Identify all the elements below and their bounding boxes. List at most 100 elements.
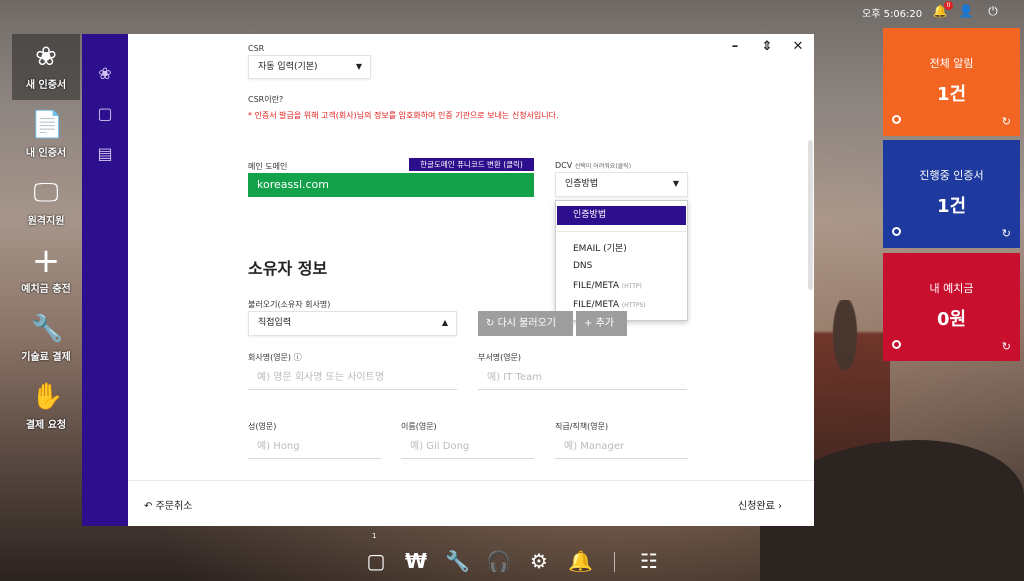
dock-label: 예치금 충전 xyxy=(21,284,71,295)
dept-input[interactable]: 예) IT Team xyxy=(478,366,687,390)
dock-payment-request[interactable]: ✋ 결제 요청 xyxy=(12,374,80,440)
first-name-input[interactable]: 예) Gil Dong xyxy=(401,435,534,459)
complete-label: 신청완료 xyxy=(738,501,775,512)
circle-icon xyxy=(892,340,901,349)
dcv-option-label: DNS xyxy=(573,261,593,271)
dcv-option[interactable]: 인증방법 xyxy=(557,206,686,225)
circle-icon xyxy=(892,227,901,236)
notification-badge: 0 xyxy=(944,1,953,10)
plus-icon: + xyxy=(31,241,61,281)
dock-my-certificate[interactable]: 📄 내 인증서 xyxy=(12,102,80,168)
cancel-order-button[interactable]: ↶ 주문취소 xyxy=(144,497,192,512)
won-icon[interactable]: ₩ xyxy=(404,549,428,573)
tile-value: 1건 xyxy=(936,84,967,105)
certificate-icon[interactable]: ▢ xyxy=(95,104,115,124)
owner-section-title: 소유자 정보 xyxy=(248,259,328,278)
payment-hand-icon: ✋ xyxy=(31,382,64,412)
info-icon[interactable]: ⓘ xyxy=(294,353,302,362)
dcv-select-value: 인증방법 xyxy=(565,179,599,189)
dcv-option-sub: (HTTP) xyxy=(621,283,642,290)
company-label-text: 회사명(영문) xyxy=(248,353,292,362)
close-icon[interactable]: ✕ xyxy=(791,40,805,54)
footer-divider xyxy=(128,480,814,481)
dock-label: 결제 요청 xyxy=(25,420,67,431)
dcv-option-label: EMAIL (기본) xyxy=(573,244,627,254)
refresh-icon[interactable]: ↻ xyxy=(1002,227,1011,240)
dock-label: 내 인증서 xyxy=(25,148,67,159)
bottom-dock-badge: 1 xyxy=(372,532,377,540)
dcv-option[interactable]: FILE/META (HTTPS) xyxy=(573,300,646,310)
back-arrow-icon: ↶ xyxy=(144,501,153,512)
certificate-icon: 📄 xyxy=(31,110,64,140)
load-owner-value: 직접입력 xyxy=(258,318,292,328)
user-icon[interactable]: 👤 xyxy=(958,3,974,19)
dcv-select[interactable]: 인증방법 ▼ xyxy=(555,172,688,197)
id-card-icon[interactable]: ▤ xyxy=(95,144,115,164)
circle-icon xyxy=(892,115,901,124)
tile-value: 0원 xyxy=(936,309,967,330)
certificate-icon[interactable]: ▢ xyxy=(364,549,388,573)
complete-button[interactable]: 신청완료 › xyxy=(738,497,782,512)
caret-down-icon: ▼ xyxy=(355,62,362,71)
main-domain-label: 메인 도메인 xyxy=(248,162,288,171)
dcv-option[interactable]: FILE/META (HTTP) xyxy=(573,281,642,291)
resize-icon[interactable]: ⇕ xyxy=(760,40,774,54)
tile-in-progress-certificates[interactable]: 진행중 인증서 1건 ↻ xyxy=(883,140,1020,248)
dcv-option[interactable]: EMAIL (기본) xyxy=(573,241,627,254)
main-domain-input[interactable]: koreassl.com xyxy=(248,173,534,197)
dcv-option-label: FILE/META xyxy=(573,300,619,310)
dock-label: 원격지원 xyxy=(27,216,65,227)
plus-icon: + xyxy=(584,318,593,329)
chevron-right-icon: › xyxy=(778,501,782,512)
add-button[interactable]: + 추가 xyxy=(576,311,627,336)
caret-up-icon: ▲ xyxy=(441,318,448,327)
scrollbar[interactable] xyxy=(808,140,813,290)
refresh-icon[interactable]: ↻ xyxy=(1002,115,1011,128)
caret-down-icon: ▼ xyxy=(672,179,679,188)
csr-note: * 인증서 발급을 위해 고객(회사)님의 정보를 암호화하여 인증 기관으로 … xyxy=(248,111,559,120)
tile-all-alerts[interactable]: 전체 알림 1건 ↻ xyxy=(883,28,1020,136)
company-label: 회사명(영문) ⓘ xyxy=(248,352,302,363)
wrench-icon: 🔧 xyxy=(31,314,64,344)
dcv-label-text: DCV xyxy=(555,161,573,170)
last-name-input[interactable]: 예) Hong xyxy=(248,435,381,459)
ribbon-icon[interactable]: ❀ xyxy=(95,64,115,84)
dock-deposit-charge[interactable]: + 예치금 충전 xyxy=(12,238,80,304)
dcv-option[interactable]: DNS xyxy=(573,261,592,271)
position-label: 직급/직책(영문) xyxy=(555,422,609,431)
load-owner-select[interactable]: 직접입력 ▲ xyxy=(248,311,457,336)
last-name-label: 성(영문) xyxy=(248,422,277,431)
power-icon[interactable]: ⏻ xyxy=(985,3,1001,19)
app-grid-icon[interactable]: ☷ xyxy=(637,549,661,573)
cancel-order-label: 주문취소 xyxy=(155,501,193,512)
wrench-icon[interactable]: 🔧 xyxy=(445,549,470,573)
position-input[interactable]: 예) Manager xyxy=(555,435,688,459)
dcv-label: DCV 선택이 어려워요(클릭) xyxy=(555,161,631,170)
tile-my-deposit[interactable]: 내 예치금 0원 ↻ xyxy=(883,253,1020,361)
reload-button-label: 다시 불러오기 xyxy=(497,318,556,329)
monitor-icon: 🖵 xyxy=(33,178,59,208)
gear-icon[interactable]: ⚙ xyxy=(527,549,551,573)
dock-remote-support[interactable]: 🖵 원격지원 xyxy=(12,170,80,236)
reload-button[interactable]: ↻ 다시 불러오기 xyxy=(478,311,573,336)
bell-icon[interactable]: 🔔 xyxy=(568,549,593,573)
minimize-icon[interactable]: – xyxy=(728,40,742,54)
tile-title: 진행중 인증서 xyxy=(919,169,984,182)
headset-icon[interactable]: 🎧 xyxy=(486,549,511,573)
first-name-label: 이름(영문) xyxy=(401,422,437,431)
punycode-convert-button[interactable]: 한글도메인 퓨니코드 변환 (클릭) xyxy=(409,158,534,171)
top-bar: 오후 5:06:20 🔔 0 👤 ⏻ xyxy=(0,0,1024,22)
tile-title: 전체 알림 xyxy=(929,57,974,70)
csr-help-link[interactable]: CSR이란? xyxy=(248,94,283,105)
dock-label: 새 인증서 xyxy=(25,80,67,91)
clock: 오후 5:06:20 xyxy=(862,9,923,20)
csr-select[interactable]: 자동 입력(기본) ▼ xyxy=(248,55,371,79)
dock-new-certificate[interactable]: ❀ 새 인증서 xyxy=(12,34,80,100)
dock-divider xyxy=(614,552,615,572)
refresh-icon[interactable]: ↻ xyxy=(1002,340,1011,353)
dcv-help-link[interactable]: 선택이 어려워요(클릭) xyxy=(575,163,631,170)
dock-tech-fee[interactable]: 🔧 기술료 결제 xyxy=(12,306,80,372)
company-input[interactable]: 예) 영문 회사명 또는 사이트명 xyxy=(248,366,457,390)
dcv-option-sub: (HTTPS) xyxy=(621,302,646,309)
csr-label: CSR xyxy=(248,44,265,53)
